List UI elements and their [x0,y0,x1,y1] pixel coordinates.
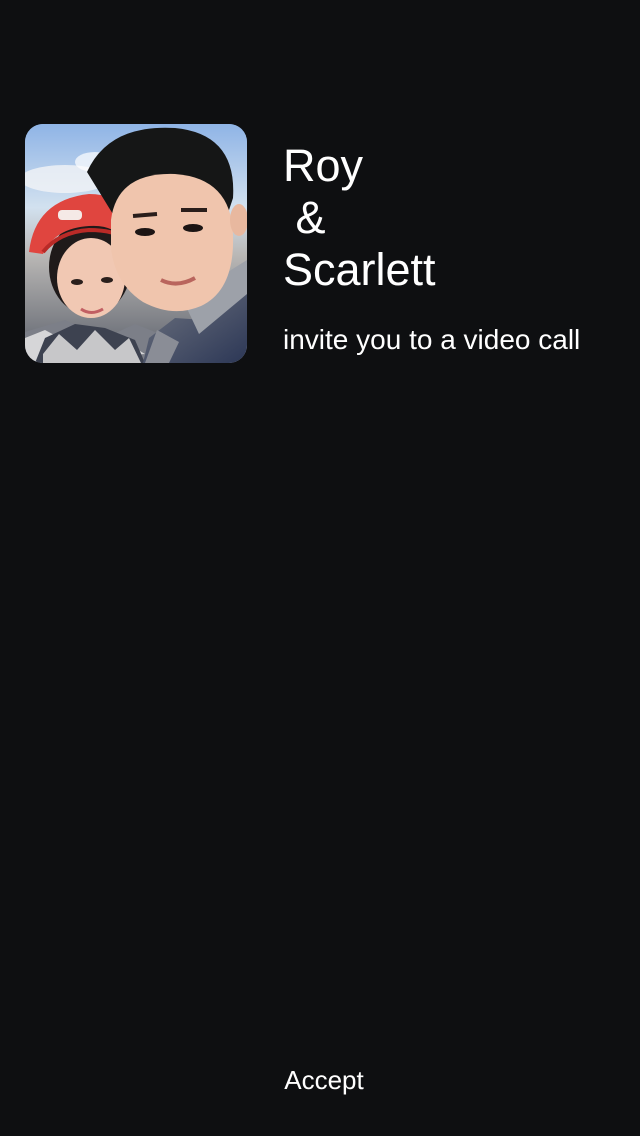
caller-name-line-2: & [283,192,326,243]
couple-photo [25,124,247,363]
caller-name: Roy & Scarlett [283,140,613,296]
caller-name-line-3: Scarlett [283,244,436,295]
invite-message: invite you to a video call [283,324,581,355]
caller-avatar [25,124,247,363]
caller-name-line-1: Roy [283,140,364,191]
accept-button[interactable]: Accept [262,1058,386,1102]
